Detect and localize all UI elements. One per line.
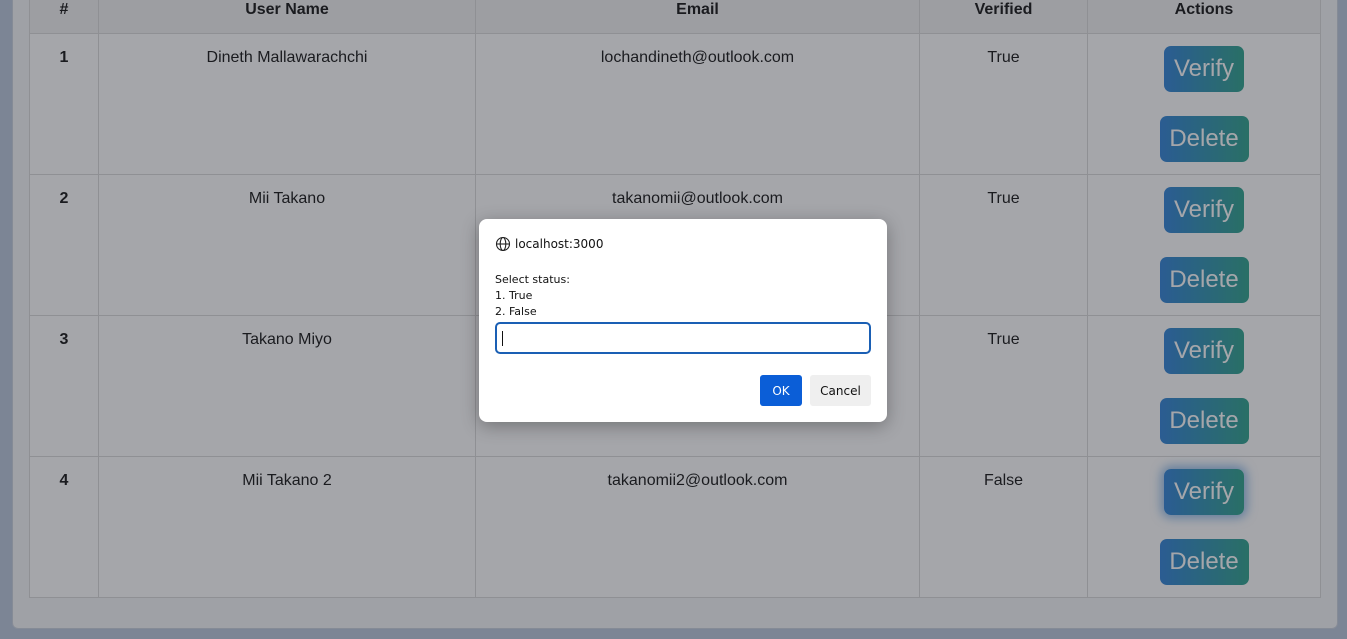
cancel-button[interactable]: Cancel: [810, 375, 871, 406]
globe-icon: [495, 236, 511, 252]
dialog-message-line: Select status:: [495, 273, 570, 286]
dialog-message-line: 1. True: [495, 289, 533, 302]
status-input[interactable]: [495, 322, 871, 354]
dialog-message-line: 2. False: [495, 305, 537, 318]
prompt-dialog: localhost:3000 Select status: 1. True 2.…: [479, 219, 887, 422]
ok-button[interactable]: OK: [760, 375, 802, 406]
dialog-message: Select status: 1. True 2. False: [495, 272, 570, 320]
dialog-origin-text: localhost:3000: [515, 237, 604, 251]
text-caret: [502, 331, 503, 346]
dialog-origin: localhost:3000: [495, 236, 603, 252]
